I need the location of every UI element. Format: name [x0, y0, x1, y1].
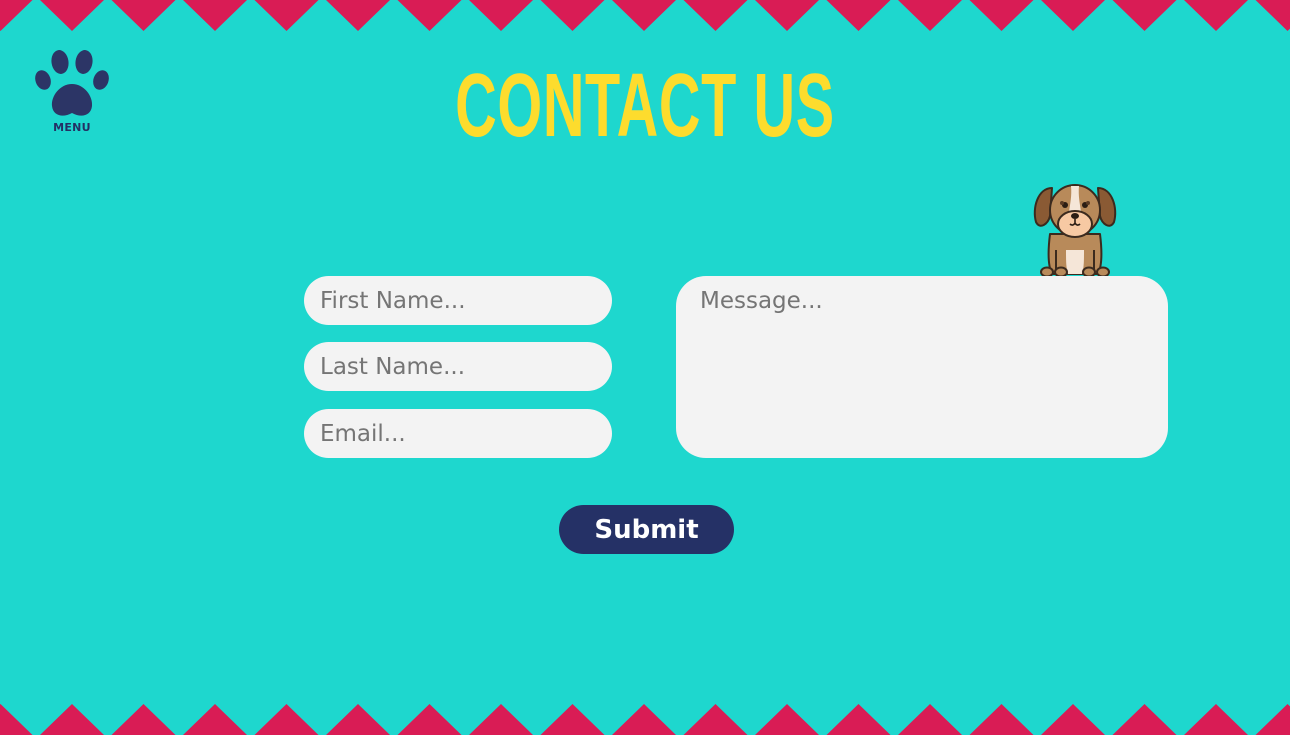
- zigzag-triangle: [683, 704, 748, 735]
- page-title: CONTACT US: [455, 56, 835, 156]
- zigzag-triangle: [397, 704, 462, 735]
- zigzag-triangle: [0, 0, 33, 31]
- zigzag-triangle: [755, 704, 819, 735]
- zigzag-triangle: [111, 0, 176, 31]
- zigzag-triangle: [183, 0, 247, 31]
- zigzag-triangle: [326, 704, 390, 735]
- first-name-field[interactable]: [304, 276, 612, 325]
- message-field[interactable]: [676, 276, 1168, 458]
- zigzag-triangle: [1041, 704, 1105, 735]
- zigzag-triangle: [254, 0, 319, 31]
- email-field[interactable]: [304, 409, 612, 458]
- zigzag-triangle: [40, 0, 104, 31]
- zigzag-triangle: [469, 0, 533, 31]
- zigzag-triangle: [898, 0, 962, 31]
- top-zigzag-border: [0, 0, 1290, 31]
- zigzag-triangle: [683, 0, 748, 31]
- zigzag-triangle: [969, 0, 1034, 31]
- submit-button[interactable]: Submit: [559, 505, 734, 554]
- zigzag-triangle: [40, 704, 104, 735]
- zigzag-triangle: [755, 0, 819, 31]
- zigzag-triangle: [1255, 704, 1290, 735]
- menu-button[interactable]: MENU: [30, 44, 114, 136]
- zigzag-triangle: [540, 704, 605, 735]
- zigzag-triangle: [111, 704, 176, 735]
- zigzag-triangle: [612, 704, 676, 735]
- bottom-zigzag-border: [0, 704, 1290, 735]
- zigzag-triangle: [612, 0, 676, 31]
- zigzag-triangle: [326, 0, 390, 31]
- zigzag-triangle: [898, 704, 962, 735]
- zigzag-triangle: [826, 0, 891, 31]
- zigzag-triangle: [183, 704, 247, 735]
- zigzag-triangle: [969, 704, 1034, 735]
- zigzag-triangle: [540, 0, 605, 31]
- zigzag-triangle: [1255, 0, 1290, 31]
- zigzag-triangle: [1041, 0, 1105, 31]
- zigzag-triangle: [1184, 0, 1248, 31]
- zigzag-triangle: [1112, 704, 1177, 735]
- paw-icon: [35, 50, 109, 116]
- zigzag-triangle: [0, 704, 33, 735]
- menu-label: MENU: [53, 121, 91, 134]
- zigzag-triangle: [397, 0, 462, 31]
- dog-icon: [1033, 184, 1117, 278]
- zigzag-triangle: [254, 704, 319, 735]
- zigzag-triangle: [469, 704, 533, 735]
- zigzag-triangle: [1112, 0, 1177, 31]
- zigzag-triangle: [826, 704, 891, 735]
- zigzag-triangle: [1184, 704, 1248, 735]
- last-name-field[interactable]: [304, 342, 612, 391]
